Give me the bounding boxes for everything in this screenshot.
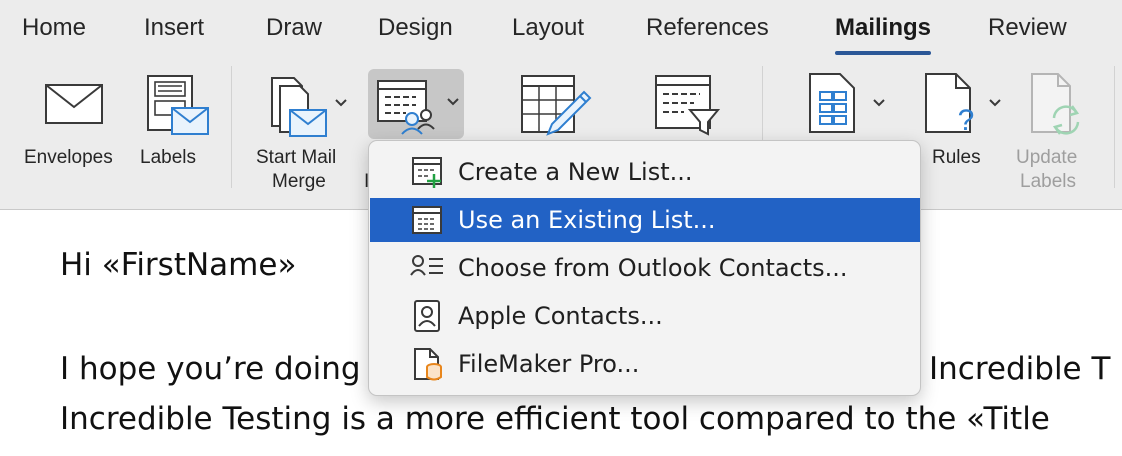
tab-layout[interactable]: Layout [512, 14, 584, 42]
select-recipients-menu: Create a New List... Use an Existing Lis… [368, 140, 921, 396]
ribbon-separator [1114, 66, 1115, 188]
database-file-icon [414, 348, 442, 381]
chevron-down-icon [873, 99, 885, 107]
edit-recipient-list-button[interactable] [510, 70, 600, 140]
tab-draw[interactable]: Draw [266, 14, 322, 42]
contacts-book-icon [414, 300, 440, 332]
edit-list-icon [521, 75, 592, 136]
update-labels-label-line2: Labels [1020, 171, 1076, 192]
labels-label: Labels [140, 147, 196, 168]
menu-item-outlook-contacts[interactable]: Choose from Outlook Contacts... [370, 246, 920, 290]
tab-review[interactable]: Review [988, 14, 1067, 42]
tab-insert[interactable]: Insert [144, 14, 204, 42]
active-tab-indicator [835, 51, 932, 55]
envelopes-label: Envelopes [24, 147, 113, 168]
doc-line-greeting[interactable]: Hi «FirstName» [60, 247, 296, 283]
menu-item-create-new-list[interactable]: Create a New List... [370, 150, 920, 194]
doc-line-body-right[interactable]: Incredible T [929, 351, 1110, 387]
filter-list-icon [655, 75, 720, 136]
tab-mailings[interactable]: Mailings [835, 14, 932, 55]
rules-label: Rules [932, 147, 981, 168]
envelope-icon [45, 84, 103, 124]
chevron-down-icon [989, 99, 1001, 107]
menu-item-label: FileMaker Pro... [458, 350, 640, 378]
merge-field-icon [809, 73, 855, 133]
mail-merge-icon [271, 77, 327, 137]
update-labels-label-line1: Update [1016, 147, 1078, 168]
start-mail-merge-label-line1: Start Mail [256, 147, 337, 168]
rules-icon: ? [925, 73, 975, 134]
menu-item-label: Create a New List... [458, 158, 693, 186]
table-icon [412, 206, 442, 234]
tab-references[interactable]: References [646, 14, 769, 42]
tab-mailings-label: Mailings [835, 14, 932, 41]
insert-merge-field-button[interactable] [800, 70, 896, 140]
update-labels-icon [1031, 73, 1080, 135]
labels-button[interactable]: Labels [136, 70, 216, 200]
person-list-icon [410, 255, 443, 276]
ribbon-separator [231, 66, 232, 188]
doc-line-body-start[interactable]: I hope you’re doing [60, 351, 361, 387]
doc-line-body-second[interactable]: Incredible Testing is a more efficient t… [60, 401, 1050, 437]
menu-item-filemaker-pro[interactable]: FileMaker Pro... [370, 342, 920, 386]
menu-item-apple-contacts[interactable]: Apple Contacts... [370, 294, 920, 338]
tab-home[interactable]: Home [22, 14, 86, 42]
start-mail-merge-label-line2: Merge [272, 171, 326, 192]
select-recipients-button[interactable] [368, 69, 464, 139]
recipients-list-icon [377, 80, 435, 135]
chevron-down-icon [447, 98, 459, 106]
chevron-down-icon [335, 99, 347, 107]
table-plus-icon [412, 157, 442, 188]
start-mail-merge-button[interactable]: Start Mail Merge [250, 70, 360, 200]
tab-design[interactable]: Design [378, 14, 453, 42]
menu-item-label: Use an Existing List... [458, 206, 716, 234]
envelopes-button[interactable]: Envelopes [20, 70, 130, 200]
menu-item-label: Apple Contacts... [458, 302, 663, 330]
rules-button[interactable]: ? Rules [918, 70, 1008, 200]
filter-recipients-button[interactable] [648, 70, 728, 140]
update-labels-button[interactable]: Update Labels [1012, 70, 1102, 200]
menu-item-label: Choose from Outlook Contacts... [458, 254, 848, 282]
labels-icon [147, 75, 209, 135]
menu-item-use-existing-list[interactable]: Use an Existing List... [370, 198, 920, 242]
svg-text:?: ? [958, 104, 975, 134]
